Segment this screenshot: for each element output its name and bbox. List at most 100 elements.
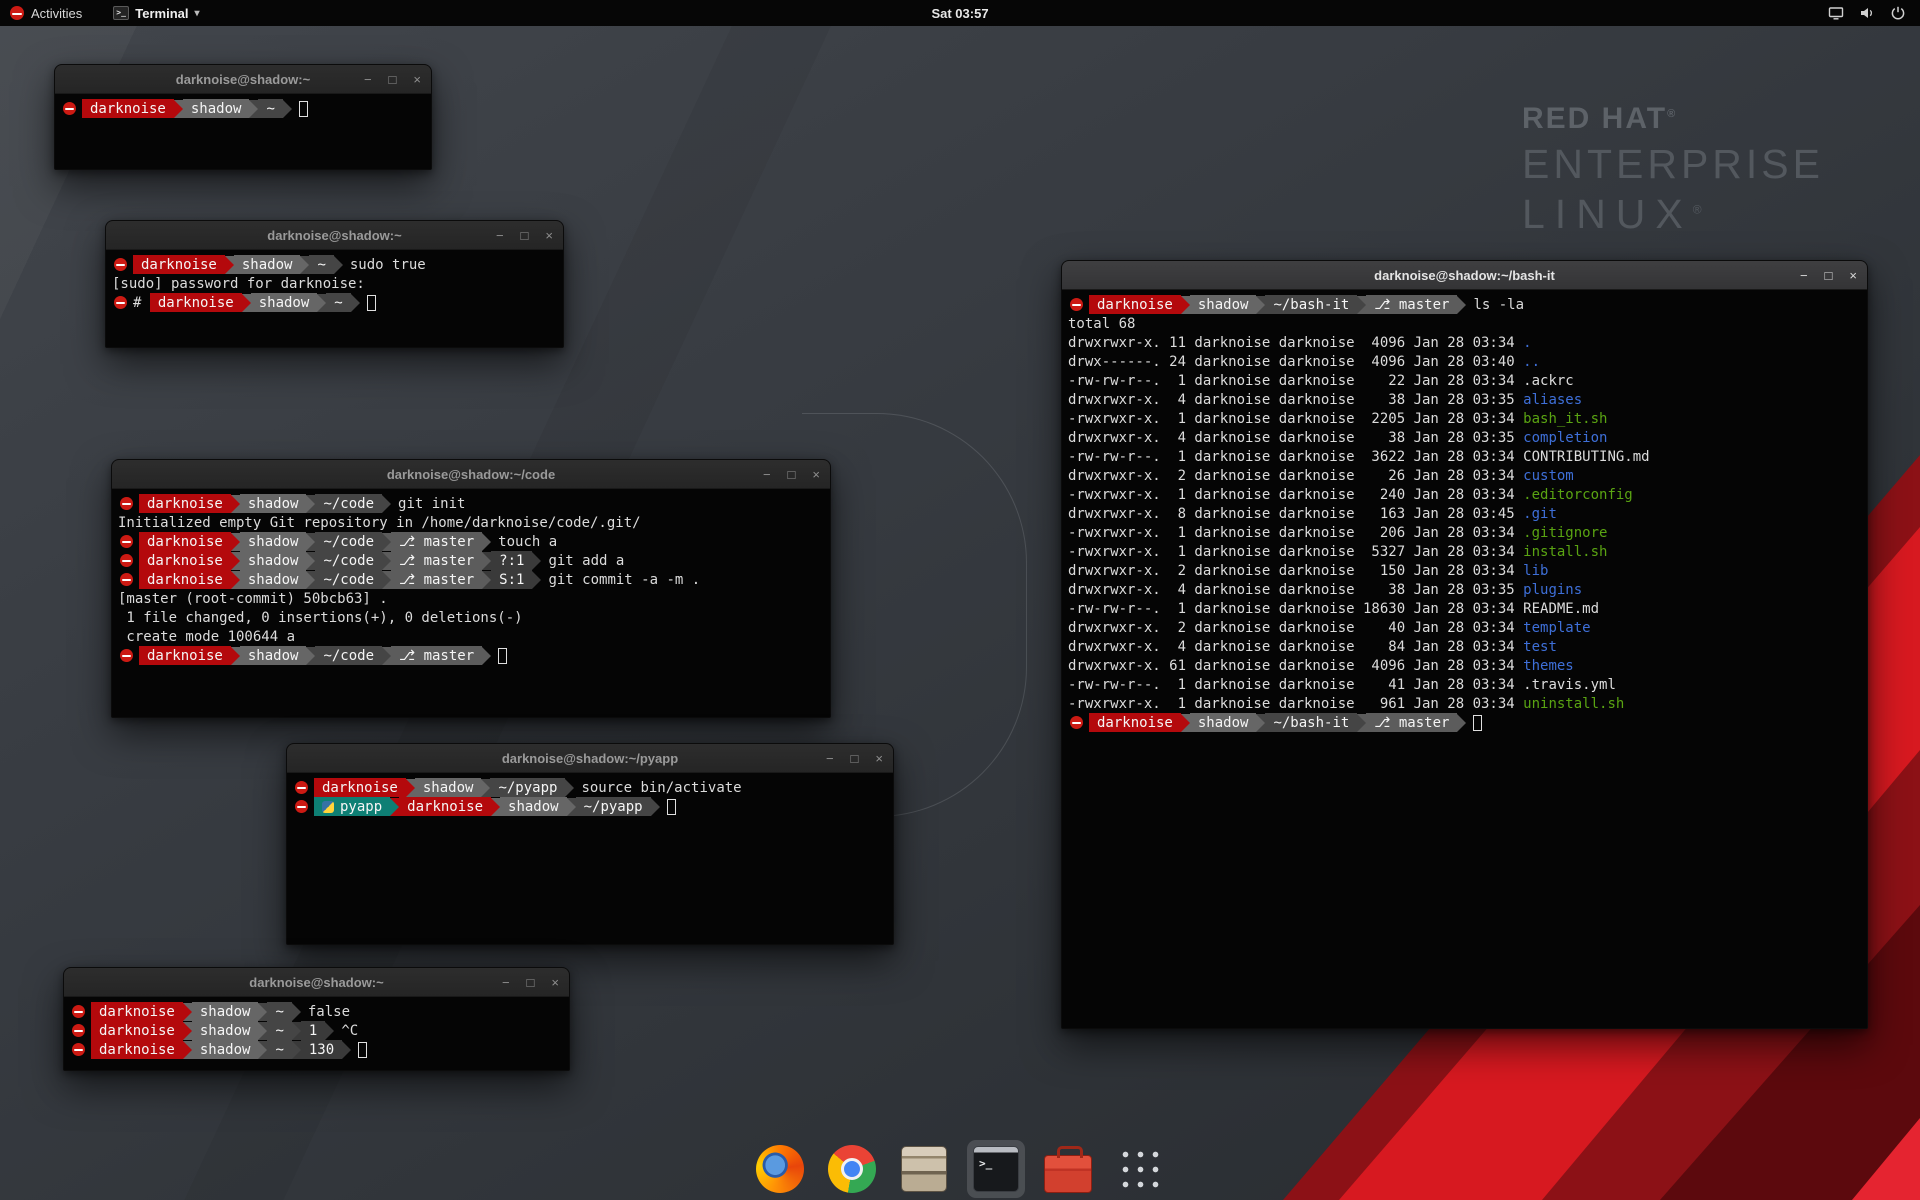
powerline-arrow — [242, 294, 251, 312]
terminal-content[interactable]: darknoiseshadow~/bash-it⎇ masterls -lato… — [1062, 290, 1867, 1028]
terminal-line: # darknoiseshadow~ — [112, 293, 557, 312]
minimize-button[interactable]: − — [826, 752, 834, 765]
window-controls: − □ × — [1800, 261, 1857, 289]
minimize-button[interactable]: − — [1800, 269, 1808, 282]
maximize-button[interactable]: □ — [851, 752, 859, 765]
prompt-segment: ⎇ master — [391, 570, 482, 589]
terminal-window[interactable]: darknoise@shadow:~/bash-it − □ × darknoi… — [1061, 260, 1868, 1029]
terminal-line: -rwxrwxr-x. 1 darknoise darknoise 5327 J… — [1068, 542, 1861, 561]
dock-item-app-grid[interactable] — [1111, 1140, 1169, 1198]
close-button[interactable]: × — [875, 752, 883, 765]
close-button[interactable]: × — [1849, 269, 1857, 282]
file-name: .editorconfig — [1523, 487, 1633, 503]
prompt-segment: ~/bash-it — [1265, 295, 1357, 314]
close-button[interactable]: × — [551, 976, 559, 989]
window-titlebar[interactable]: darknoise@shadow:~/pyapp − □ × — [287, 744, 893, 773]
dock-item-toolbox[interactable] — [1039, 1140, 1097, 1198]
powerline-arrow — [481, 779, 490, 797]
powerline-arrow — [231, 552, 240, 570]
terminal-text: drwxrwxr-x. 61 darknoise darknoise 4096 … — [1068, 658, 1523, 674]
prompt-segment-label: pyapp — [340, 799, 382, 815]
powerline-arrow — [231, 495, 240, 513]
window-titlebar[interactable]: darknoise@shadow:~ − □ × — [106, 221, 563, 250]
terminal-content[interactable]: darknoiseshadow~/codegit initInitialized… — [112, 489, 830, 717]
redhat-icon — [1070, 716, 1083, 729]
terminal-text: ls -la — [1473, 297, 1524, 313]
prompt-segment-label: shadow — [200, 1023, 251, 1039]
app-menu[interactable]: >_ Terminal ▾ — [113, 6, 199, 21]
terminal-content[interactable]: darknoiseshadow~sudo true[sudo] password… — [106, 250, 563, 347]
display-icon[interactable] — [1828, 5, 1844, 21]
window-titlebar[interactable]: darknoise@shadow:~ − □ × — [55, 65, 431, 94]
file-name: .. — [1523, 354, 1540, 370]
file-name: uninstall.sh — [1523, 696, 1624, 712]
close-button[interactable]: × — [413, 73, 421, 86]
terminal-text: drwxrwxr-x. 4 darknoise darknoise 38 Jan… — [1068, 392, 1523, 408]
maximize-button[interactable]: □ — [788, 468, 796, 481]
terminal-line: darknoiseshadow~sudo true — [112, 255, 557, 274]
prompt-segment-label: darknoise — [322, 780, 398, 796]
dock-item-files[interactable] — [895, 1140, 953, 1198]
terminal-cursor — [667, 799, 676, 815]
power-icon[interactable] — [1890, 5, 1906, 21]
file-name: .travis.yml — [1523, 677, 1616, 693]
redhat-icon — [72, 1024, 85, 1037]
terminal-content[interactable]: darknoiseshadow~falsedarknoiseshadow~1^C… — [64, 997, 569, 1070]
window-titlebar[interactable]: darknoise@shadow:~/bash-it − □ × — [1062, 261, 1867, 290]
prompt-segment-label: ~ — [266, 101, 274, 117]
prompt-segment: shadow — [240, 570, 307, 589]
terminal-text: 1 file changed, 0 insertions(+), 0 delet… — [118, 610, 523, 626]
terminal-window[interactable]: darknoise@shadow:~/code − □ × darknoise s… — [111, 459, 831, 718]
terminal-content[interactable]: darknoiseshadow~ — [55, 94, 431, 169]
terminal-line: total 68 — [1068, 314, 1861, 333]
activities-button[interactable]: Activities — [31, 6, 82, 21]
close-button[interactable]: × — [545, 229, 553, 242]
clock[interactable]: Sat 03:57 — [931, 6, 988, 21]
terminal-icon — [973, 1146, 1019, 1192]
maximize-button[interactable]: □ — [521, 229, 529, 242]
powerline-arrow — [406, 779, 415, 797]
terminal-text: [master (root-commit) 50bcb63] . — [118, 591, 388, 607]
prompt-segment-label: darknoise — [141, 257, 217, 273]
volume-icon[interactable] — [1859, 5, 1875, 21]
powerline-arrow — [174, 100, 183, 118]
file-name: lib — [1523, 563, 1548, 579]
file-name: README.md — [1523, 601, 1599, 617]
redhat-icon — [63, 102, 76, 115]
powerline-arrow — [292, 1003, 301, 1021]
minimize-button[interactable]: − — [502, 976, 510, 989]
terminal-content[interactable]: darknoiseshadow~/pyappsource bin/activat… — [287, 773, 893, 944]
powerline-arrow — [225, 256, 234, 274]
terminal-line: drwxrwxr-x. 61 darknoise darknoise 4096 … — [1068, 656, 1861, 675]
dock-item-chrome[interactable] — [823, 1140, 881, 1198]
powerline-arrow — [325, 1022, 334, 1040]
prompt-segment-label: darknoise — [90, 101, 166, 117]
maximize-button[interactable]: □ — [1825, 269, 1833, 282]
dock-item-terminal[interactable] — [967, 1140, 1025, 1198]
python-icon — [322, 801, 334, 813]
prompt-segment-label: ~ — [275, 1042, 283, 1058]
prompt-segment-label: darknoise — [147, 648, 223, 664]
powerline-arrow — [183, 1041, 192, 1059]
terminal-window[interactable]: darknoise@shadow:~/pyapp − □ × darknoise… — [286, 743, 894, 945]
terminal-window[interactable]: darknoise@shadow:~ − □ × darknoise shadow… — [63, 967, 570, 1071]
prompt-segment-label: ~/code — [323, 496, 374, 512]
prompt-segment: ~/code — [315, 646, 382, 665]
minimize-button[interactable]: − — [496, 229, 504, 242]
terminal-line: drwxrwxr-x. 4 darknoise darknoise 38 Jan… — [1068, 390, 1861, 409]
powerline-arrow — [292, 1022, 301, 1040]
terminal-window[interactable]: darknoise@shadow:~ − □ × darknoiseshadow… — [54, 64, 432, 170]
window-titlebar[interactable]: darknoise@shadow:~/code − □ × — [112, 460, 830, 489]
minimize-button[interactable]: − — [364, 73, 372, 86]
minimize-button[interactable]: − — [763, 468, 771, 481]
maximize-button[interactable]: □ — [527, 976, 535, 989]
close-button[interactable]: × — [812, 468, 820, 481]
terminal-window[interactable]: darknoise@shadow:~ − □ × darknoiseshadow… — [105, 220, 564, 348]
terminal-text: -rwxrwxr-x. 1 darknoise darknoise 2205 J… — [1068, 411, 1523, 427]
maximize-button[interactable]: □ — [389, 73, 397, 86]
dock-item-firefox[interactable] — [751, 1140, 809, 1198]
prompt-segment: darknoise — [91, 1002, 183, 1021]
prompt-segment: darknoise — [91, 1021, 183, 1040]
prompt-segment: ~/bash-it — [1265, 713, 1357, 732]
window-titlebar[interactable]: darknoise@shadow:~ − □ × — [64, 968, 569, 997]
